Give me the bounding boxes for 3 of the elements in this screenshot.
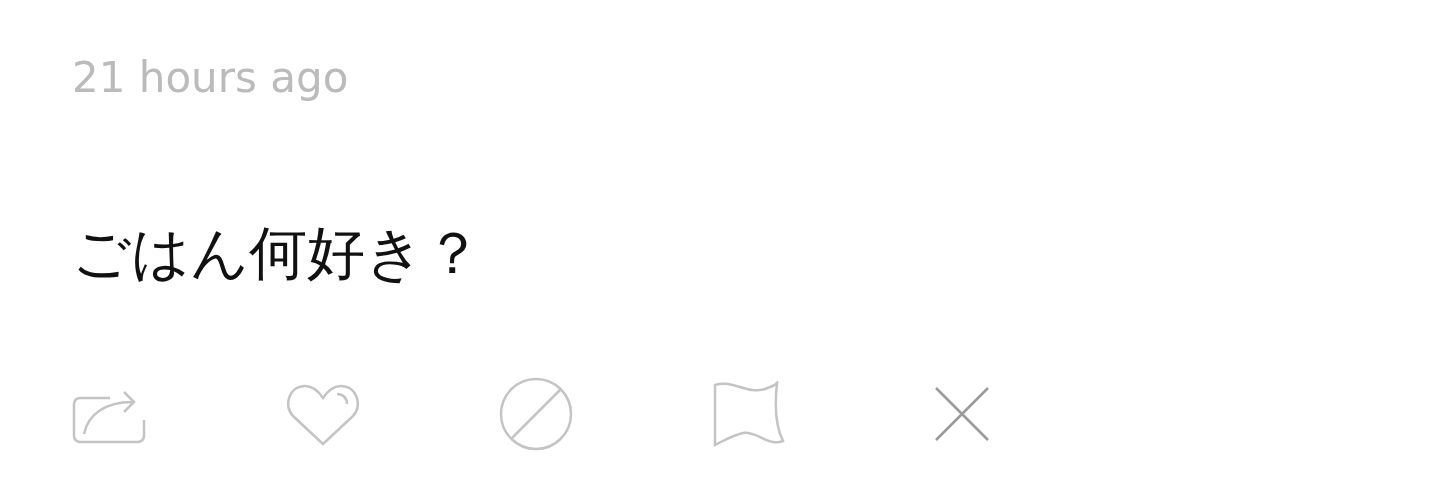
- timestamp: 21 hours ago: [72, 52, 350, 104]
- block-button[interactable]: [498, 376, 574, 452]
- question-text: ごはん何好き？: [72, 218, 483, 288]
